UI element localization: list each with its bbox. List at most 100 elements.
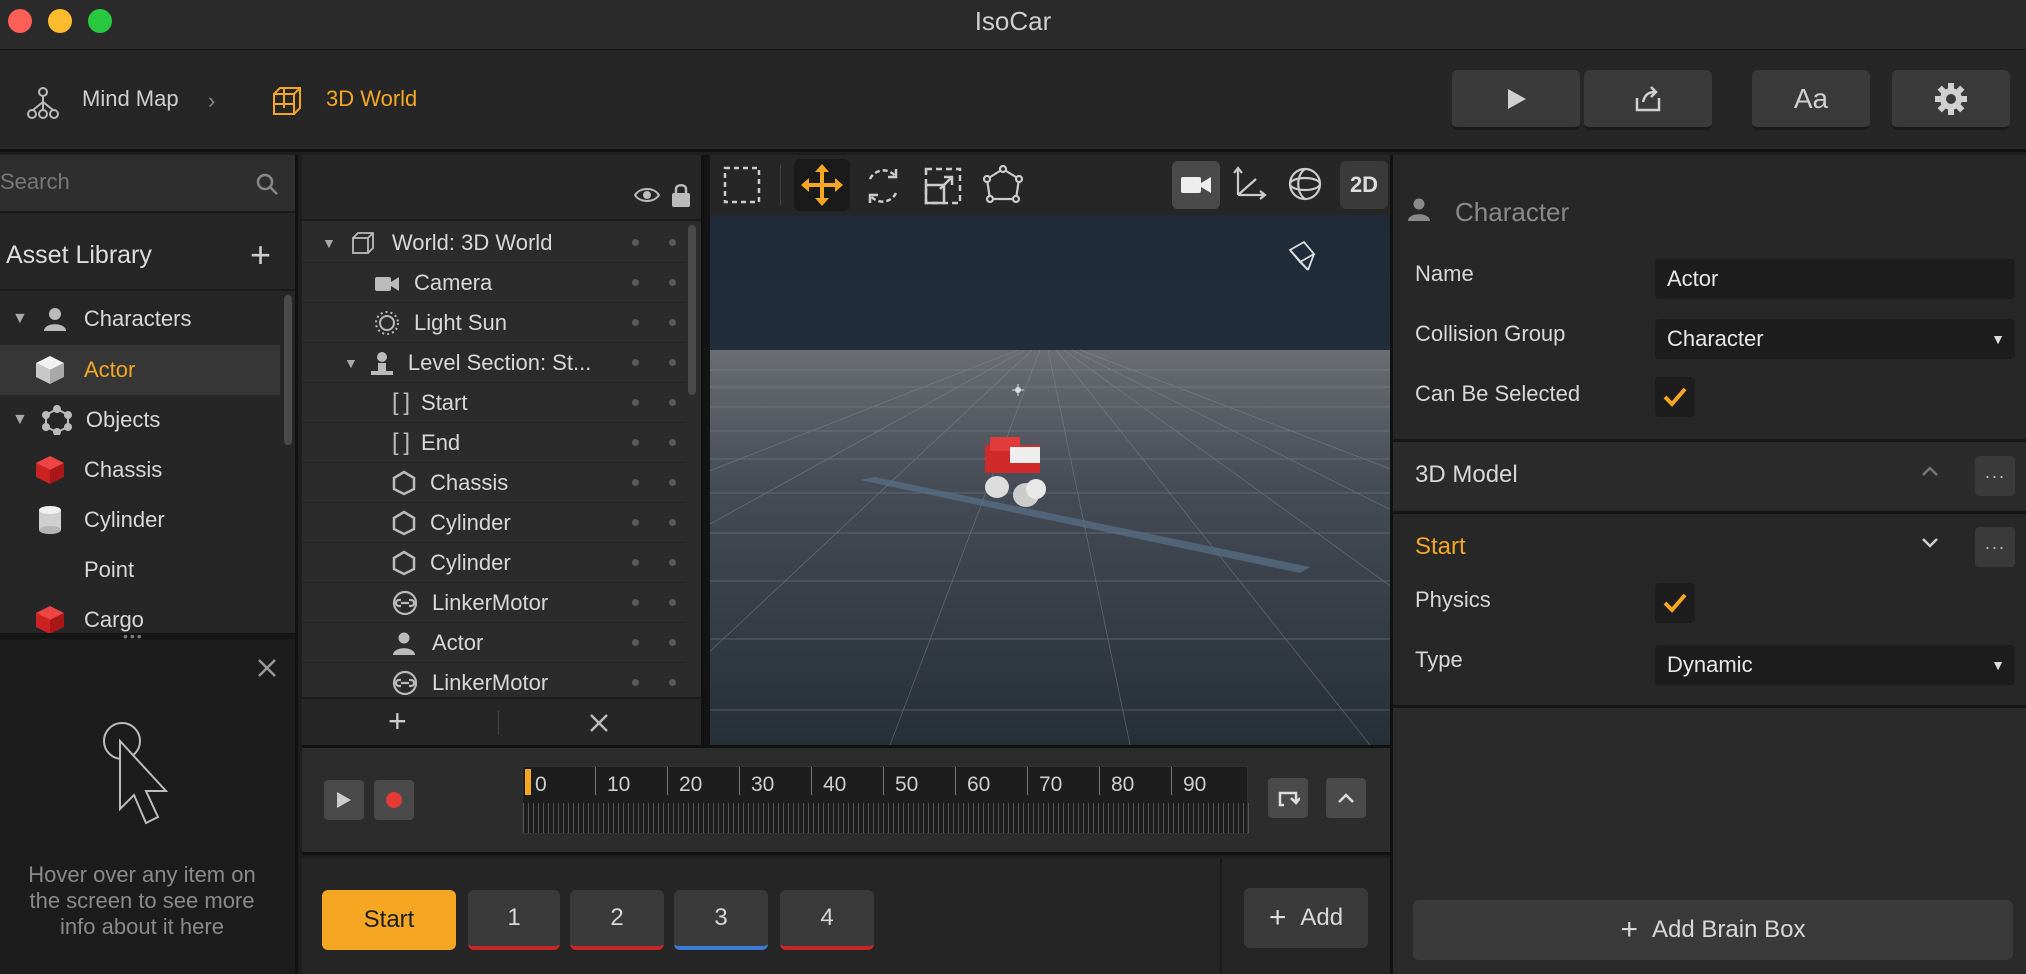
rotate-tool-button[interactable] [862,165,904,207]
rotate-icon [868,169,898,203]
collision-group-label: Collision Group [1415,321,1566,346]
level-icon [370,350,394,376]
library-category-objects[interactable]: ▼ Objects [0,395,280,445]
2d-toggle-button[interactable]: 2D [1340,161,1388,209]
tab-2[interactable]: 2 [570,890,664,950]
library-item-chassis[interactable]: Chassis [0,445,280,495]
scale-tool-button[interactable] [922,165,964,207]
lock-icon[interactable] [670,182,692,208]
loop-button[interactable] [1268,778,1308,818]
hierarchy-row-light-sun[interactable]: Light Sun [302,303,686,343]
3d-model-more-button[interactable]: ··· [1975,456,2015,496]
chevron-up-icon [1338,793,1354,803]
move-arrows-icon [801,164,843,206]
library-scrollbar[interactable] [284,295,292,445]
transform-tool-button[interactable] [982,165,1024,207]
car-model [985,437,1046,507]
close-help-button[interactable] [256,657,278,679]
brain-tabs-bar: Start 1 2 3 4 + Add [302,858,1390,974]
eye-icon[interactable] [634,185,660,205]
share-icon [1635,85,1661,111]
3d-viewport[interactable]: 2D [710,155,1390,745]
collapse-3d-model-button[interactable] [1921,465,1939,477]
video-camera-icon [1181,177,1211,193]
globe-button[interactable] [1286,165,1324,203]
library-item-actor[interactable]: Actor [0,345,280,395]
play-button[interactable] [1452,70,1580,130]
add-brain-box-button[interactable]: + Add Brain Box [1413,900,2013,960]
expand-start-button[interactable] [1921,537,1939,549]
hierarchy-row-linkermotor[interactable]: LinkerMotor [302,583,686,623]
add-object-button[interactable]: + [388,705,407,737]
tab-3[interactable]: 3 [674,890,768,950]
hierarchy-row-end[interactable]: [ ] End [302,423,686,463]
type-select[interactable]: Dynamic ▼ [1655,645,2015,685]
chevron-down-icon [1922,538,1938,548]
collision-group-select[interactable]: Character ▼ [1655,319,2015,359]
can-be-selected-label: Can Be Selected [1415,381,1581,406]
window-title: IsoCar [974,6,1052,36]
hierarchy-row-cylinder-2[interactable]: Cylinder [302,543,686,583]
hierarchy-row-camera[interactable]: Camera [302,263,686,303]
hierarchy-row-actor[interactable]: Actor [302,623,686,663]
axis-button[interactable] [1230,165,1268,203]
red-cube-icon [34,604,66,636]
settings-button[interactable] [1892,70,2010,130]
hierarchy-row-start[interactable]: [ ] Start [302,383,686,423]
add-tab-button[interactable]: + Add [1244,888,1368,948]
tab-4[interactable]: 4 [780,890,874,950]
hierarchy-row-level-section[interactable]: ▼ Level Section: St... [302,343,686,383]
expand-triangle-icon: ▼ [12,310,28,327]
sun-icon [374,310,400,336]
library-item-point[interactable]: Point [0,545,280,595]
bracket-icon: [ ] [392,388,410,416]
name-field[interactable]: Actor [1655,259,2015,299]
plus-icon: + [1620,913,1639,946]
person-icon [42,306,68,332]
hierarchy-row-world[interactable]: ▼ World: 3D World [302,223,686,263]
breadcrumb-mind-map[interactable]: Mind Map [82,86,179,112]
link-icon [392,670,418,696]
timeline-play-button[interactable] [324,780,364,820]
record-button[interactable] [374,780,414,820]
search-icon [254,171,280,197]
search-box[interactable]: Search [0,155,295,213]
start-more-button[interactable]: ··· [1975,527,2015,567]
can-be-selected-checkbox[interactable] [1655,377,1695,417]
marquee-select-icon [723,166,761,204]
add-asset-button[interactable]: + [250,237,271,273]
asset-library-panel: Search Asset Library + ▼ Characters Acto… [0,155,298,974]
physics-label: Physics [1415,587,1491,612]
delete-object-button[interactable] [588,712,610,734]
select-tool-button[interactable] [722,165,762,205]
tab-1[interactable]: 1 [468,890,560,950]
title-bar: IsoCar [0,0,2026,50]
pointer-cursor-icon [100,719,190,829]
checkmark-icon [1663,387,1687,407]
header-toolbar: Mind Map › 3D World Aa [0,50,2026,152]
library-category-characters[interactable]: ▼ Characters [0,294,280,344]
breadcrumb-3d-world[interactable]: 3D World [326,86,417,112]
move-tool-button[interactable] [794,159,850,211]
hierarchy-row-chassis[interactable]: Chassis [302,463,686,503]
close-icon [590,714,608,732]
hierarchy-scrollbar[interactable] [688,225,696,395]
tab-start[interactable]: Start [322,890,456,950]
share-button[interactable] [1584,70,1712,130]
help-panel: Hover over any item on the screen to see… [0,639,295,974]
physics-checkbox[interactable] [1655,583,1695,623]
library-item-cylinder[interactable]: Cylinder [0,495,280,545]
breadcrumb-chevron-icon: › [208,88,216,113]
objects-icon [41,405,72,435]
font-button[interactable]: Aa [1752,70,1870,130]
hierarchy-row-cylinder[interactable]: Cylinder [302,503,686,543]
more-icon: ··· [1984,537,2006,557]
playhead[interactable] [525,769,531,795]
collapse-timeline-button[interactable] [1326,778,1366,818]
timeline-track[interactable]: 0 10 20 30 40 50 60 70 80 90 [522,766,1249,834]
character-person-icon [1407,197,1431,221]
link-icon [392,590,418,616]
camera-view-button[interactable] [1172,161,1220,209]
search-input[interactable]: Search [0,169,70,195]
close-icon [258,659,276,677]
